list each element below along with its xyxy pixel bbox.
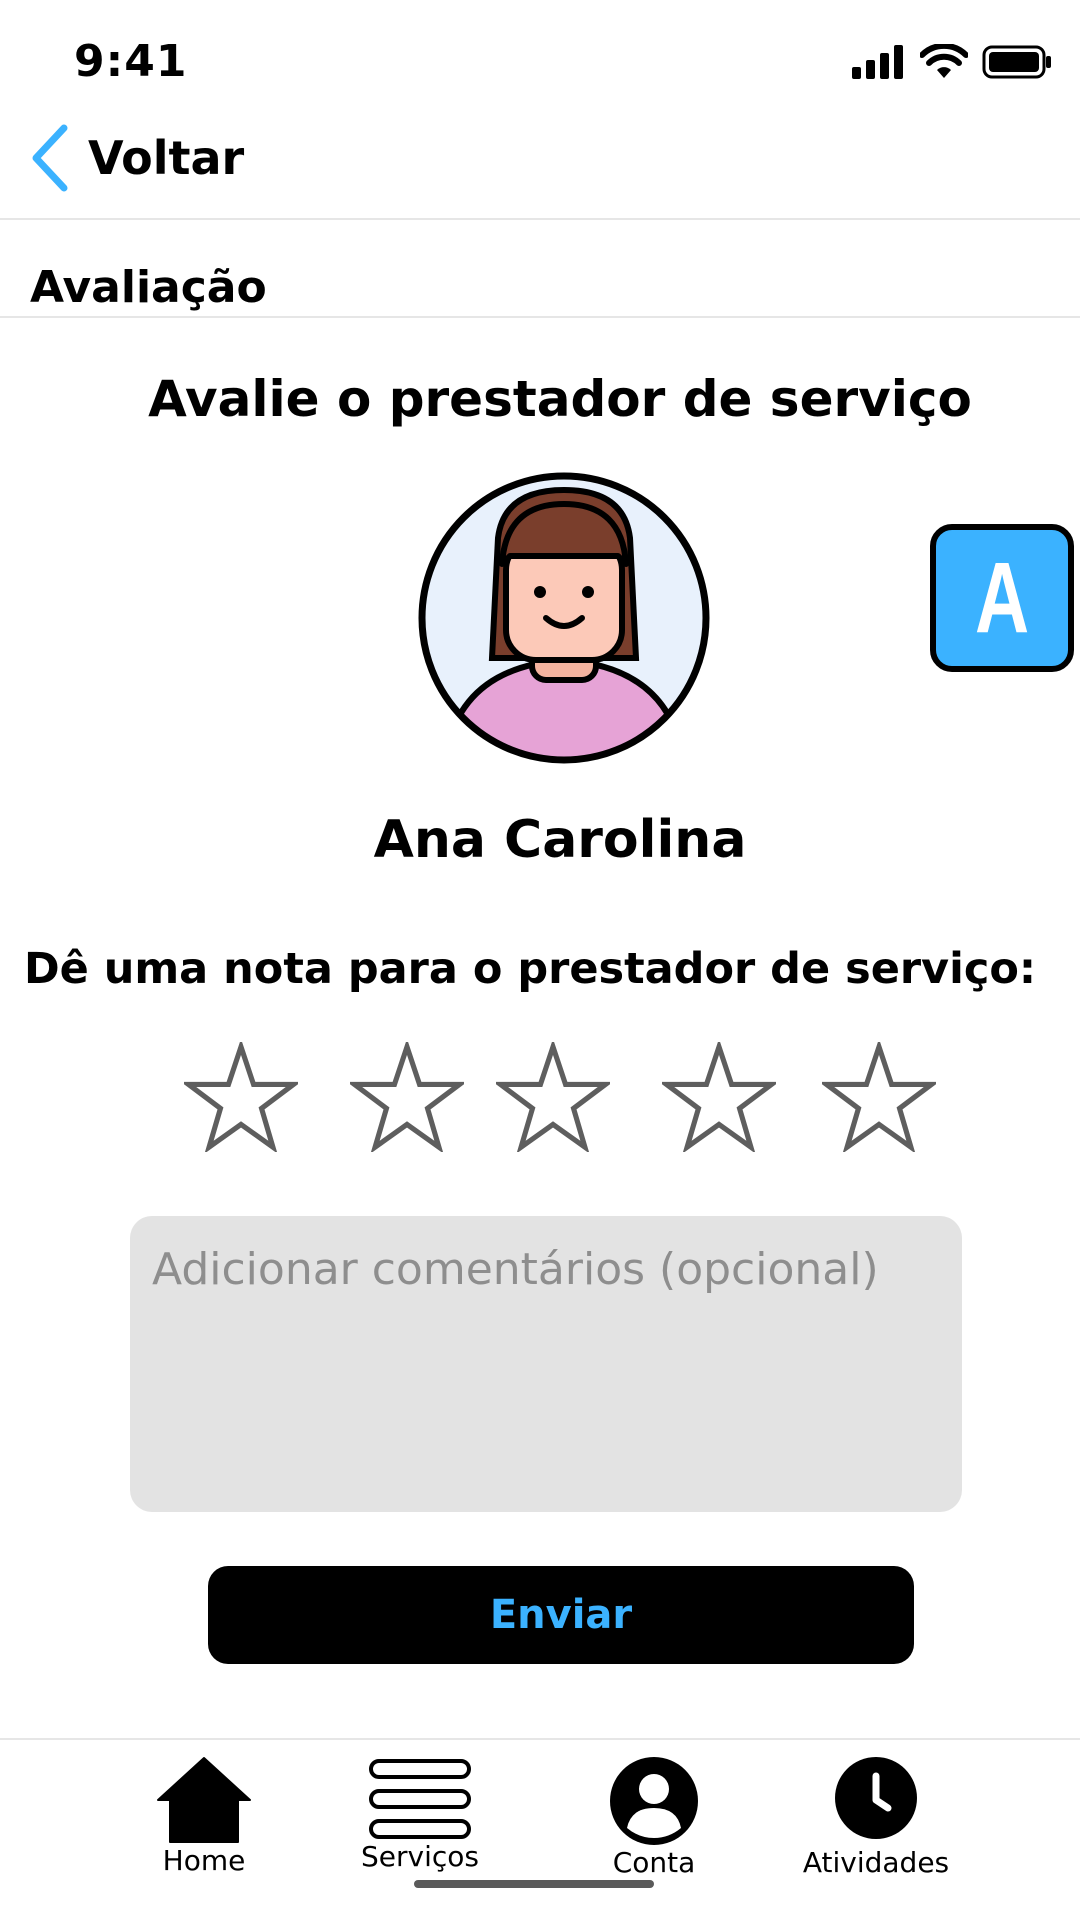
- star-3-button[interactable]: [496, 1042, 610, 1152]
- star-2-button[interactable]: [350, 1042, 464, 1152]
- accessibility-badge[interactable]: A: [930, 524, 1074, 672]
- back-label: Voltar: [88, 131, 245, 185]
- submit-button[interactable]: Enviar: [208, 1566, 914, 1664]
- page-title: Avalie o prestador de serviço: [148, 370, 972, 428]
- comment-textarea[interactable]: Adicionar comentários (opcional): [130, 1216, 962, 1512]
- submit-label: Enviar: [489, 1592, 633, 1638]
- tab-home[interactable]: Home: [124, 1756, 284, 1877]
- battery-icon: [982, 45, 1051, 79]
- star-4-button[interactable]: [662, 1042, 776, 1152]
- tab-account[interactable]: Conta: [574, 1756, 734, 1879]
- provider-name: Ana Carolina: [373, 810, 747, 870]
- back-button[interactable]: Voltar: [30, 124, 244, 192]
- header-divider: [0, 218, 1080, 220]
- badge-letter: A: [974, 541, 1030, 654]
- wifi-icon: [920, 44, 968, 78]
- home-indicator: [414, 1880, 654, 1888]
- tab-services[interactable]: Serviços: [340, 1758, 500, 1873]
- status-icons: [852, 44, 1052, 80]
- status-time: 9:41: [74, 36, 188, 87]
- tab-account-label: Conta: [612, 1846, 696, 1879]
- tab-bar-divider: [0, 1738, 1080, 1740]
- rating-instruction: Dê uma nota para o prestador de serviço:: [23, 944, 1037, 994]
- signal-icon: [852, 45, 903, 79]
- home-icon: [157, 1757, 251, 1843]
- menu-icon: [369, 1759, 471, 1839]
- chevron-left-icon: [32, 124, 68, 192]
- avatar: [418, 472, 710, 764]
- tab-home-label: Home: [162, 1844, 246, 1877]
- star-5-button[interactable]: [822, 1042, 936, 1152]
- tab-activities[interactable]: Atividades: [796, 1756, 956, 1879]
- account-icon: [610, 1757, 698, 1845]
- clock-icon: [835, 1757, 917, 1839]
- section-title: Avaliação: [30, 262, 267, 313]
- star-1-button[interactable]: [184, 1042, 298, 1152]
- tab-services-label: Serviços: [361, 1840, 479, 1873]
- tab-activities-label: Atividades: [802, 1846, 950, 1879]
- section-divider: [0, 316, 1080, 318]
- comment-placeholder: Adicionar comentários (opcional): [152, 1244, 879, 1295]
